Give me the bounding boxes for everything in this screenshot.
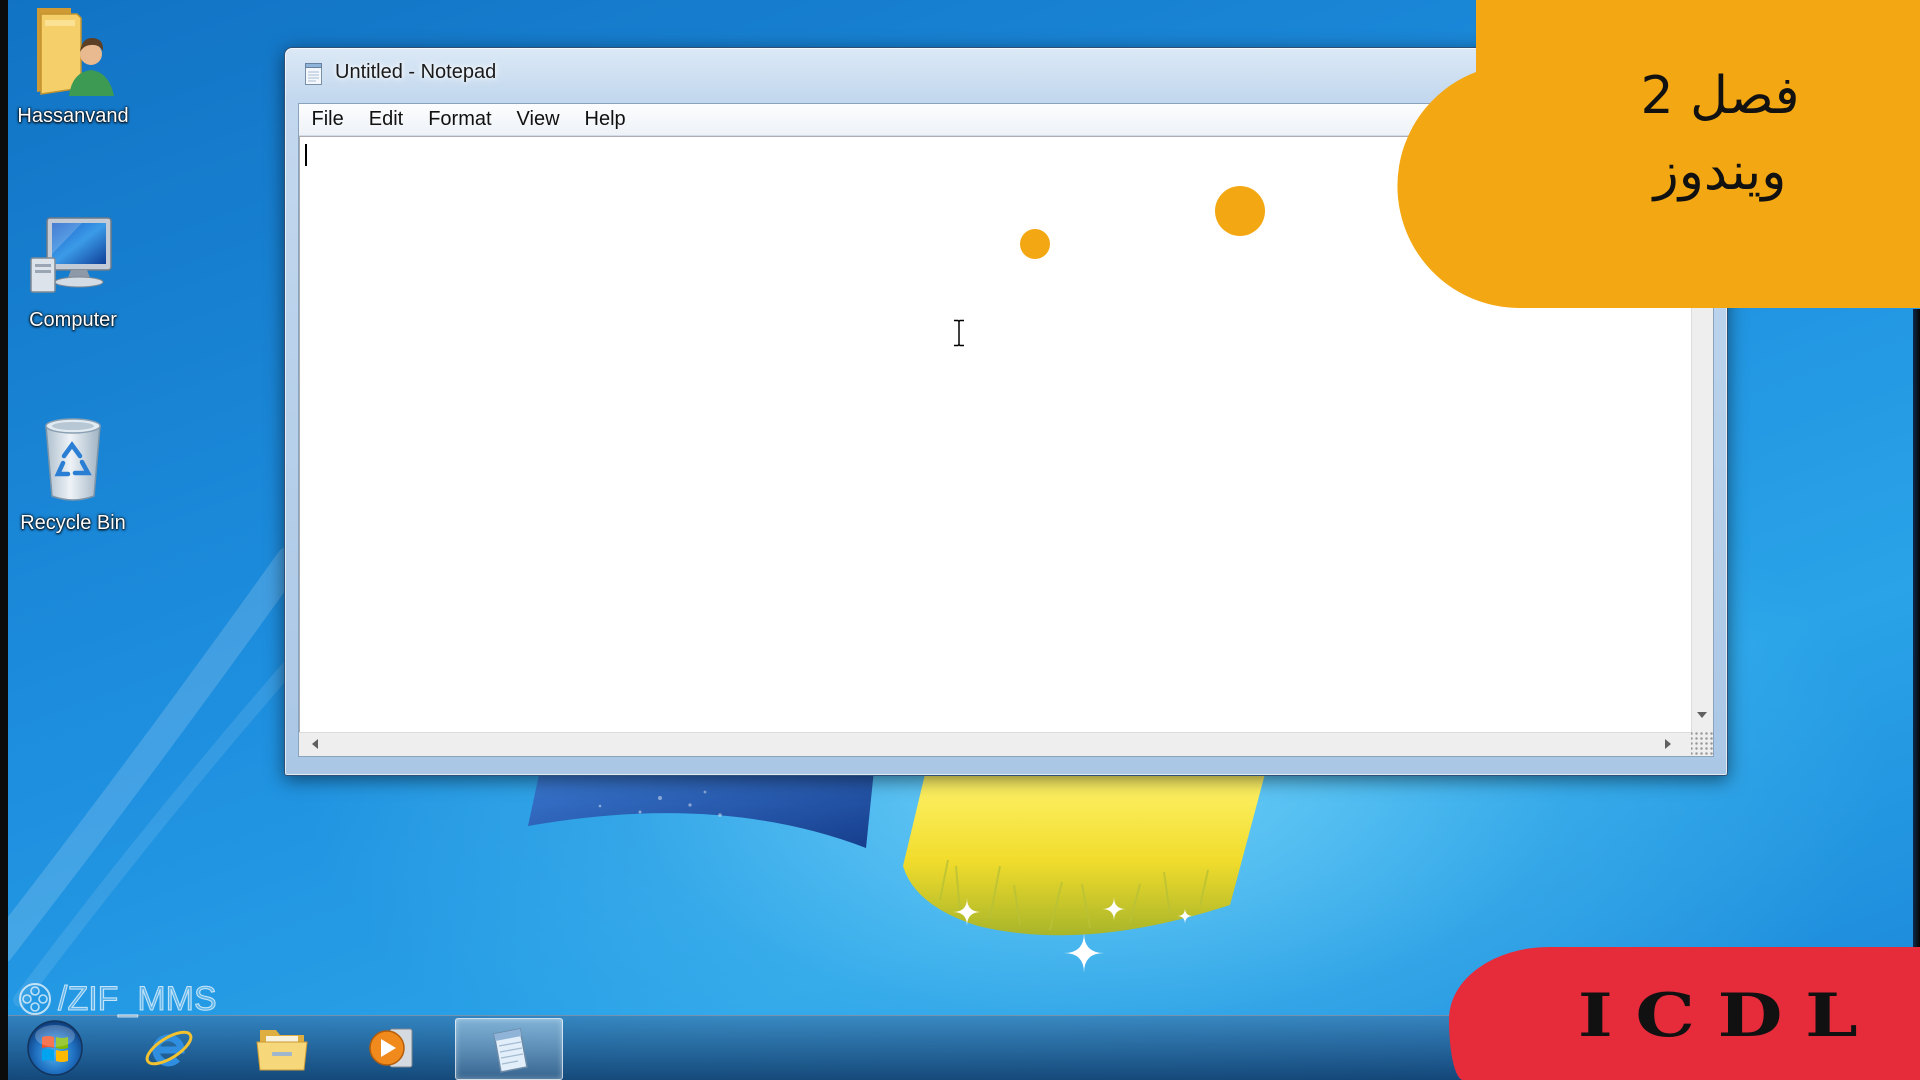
scroll-left-arrow-icon[interactable] bbox=[312, 739, 318, 749]
text-ibeam-cursor-icon bbox=[954, 319, 964, 347]
internet-explorer-icon bbox=[145, 1030, 193, 1067]
chapter-subject: ويندوز bbox=[1653, 142, 1787, 202]
taskbar-media-player[interactable] bbox=[366, 1023, 418, 1073]
taskbar-notepad[interactable] bbox=[455, 1018, 563, 1080]
taskbar-internet-explorer[interactable] bbox=[142, 1021, 196, 1075]
desktop-icon-label: Computer bbox=[29, 309, 117, 331]
video-border-right bbox=[1913, 309, 1920, 947]
video-border-left bbox=[0, 0, 8, 1080]
chapter-number: فصل 2 bbox=[1640, 66, 1800, 126]
desktop-icon-computer[interactable]: Computer bbox=[13, 214, 133, 332]
menu-edit[interactable]: Edit bbox=[356, 104, 415, 135]
taskbar-windows-explorer[interactable] bbox=[254, 1022, 310, 1074]
decorative-dot bbox=[1020, 229, 1050, 259]
size-grip[interactable] bbox=[1691, 732, 1713, 756]
start-button[interactable] bbox=[26, 1019, 84, 1077]
computer-icon bbox=[30, 217, 112, 293]
desktop-icon-recycle-bin[interactable]: Recycle Bin bbox=[13, 412, 133, 535]
menu-format[interactable]: Format bbox=[416, 104, 504, 135]
menu-file[interactable]: File bbox=[299, 104, 356, 135]
windows-explorer-icon bbox=[256, 1030, 308, 1071]
logo-blue-pane bbox=[528, 770, 874, 848]
icdl-badge: ICDL bbox=[1449, 947, 1920, 1080]
media-player-icon bbox=[369, 1028, 413, 1068]
recycle-bin-icon bbox=[45, 418, 101, 501]
user-folder-icon bbox=[37, 8, 114, 96]
desktop-icon-label: Recycle Bin bbox=[20, 512, 126, 534]
menu-help[interactable]: Help bbox=[572, 104, 638, 135]
film-reel-icon bbox=[19, 983, 51, 1015]
watermark-text: /ZIF_MMS bbox=[58, 980, 218, 1019]
watermark: /ZIF_MMS bbox=[18, 980, 218, 1019]
desktop-icon-label: Hassanvand bbox=[17, 105, 129, 127]
scroll-down-arrow-icon[interactable] bbox=[1697, 712, 1707, 718]
menu-view[interactable]: View bbox=[504, 104, 572, 135]
window-title: Untitled - Notepad bbox=[335, 61, 497, 83]
text-caret bbox=[305, 144, 307, 166]
horizontal-scrollbar[interactable] bbox=[299, 732, 1691, 756]
notepad-icon bbox=[493, 1028, 528, 1073]
scroll-right-arrow-icon[interactable] bbox=[1665, 739, 1671, 749]
badge-text: ICDL bbox=[1577, 981, 1881, 1051]
logo-yellow-pane bbox=[903, 770, 1266, 936]
windows-start-orb-icon bbox=[27, 1020, 83, 1076]
decorative-dot bbox=[1215, 186, 1265, 236]
light-streak bbox=[0, 546, 304, 964]
chapter-title: فصل 2 ويندوز bbox=[1560, 58, 1880, 210]
desktop-icon-user-folder[interactable]: Hassanvand bbox=[13, 6, 133, 128]
notepad-icon bbox=[304, 62, 324, 86]
